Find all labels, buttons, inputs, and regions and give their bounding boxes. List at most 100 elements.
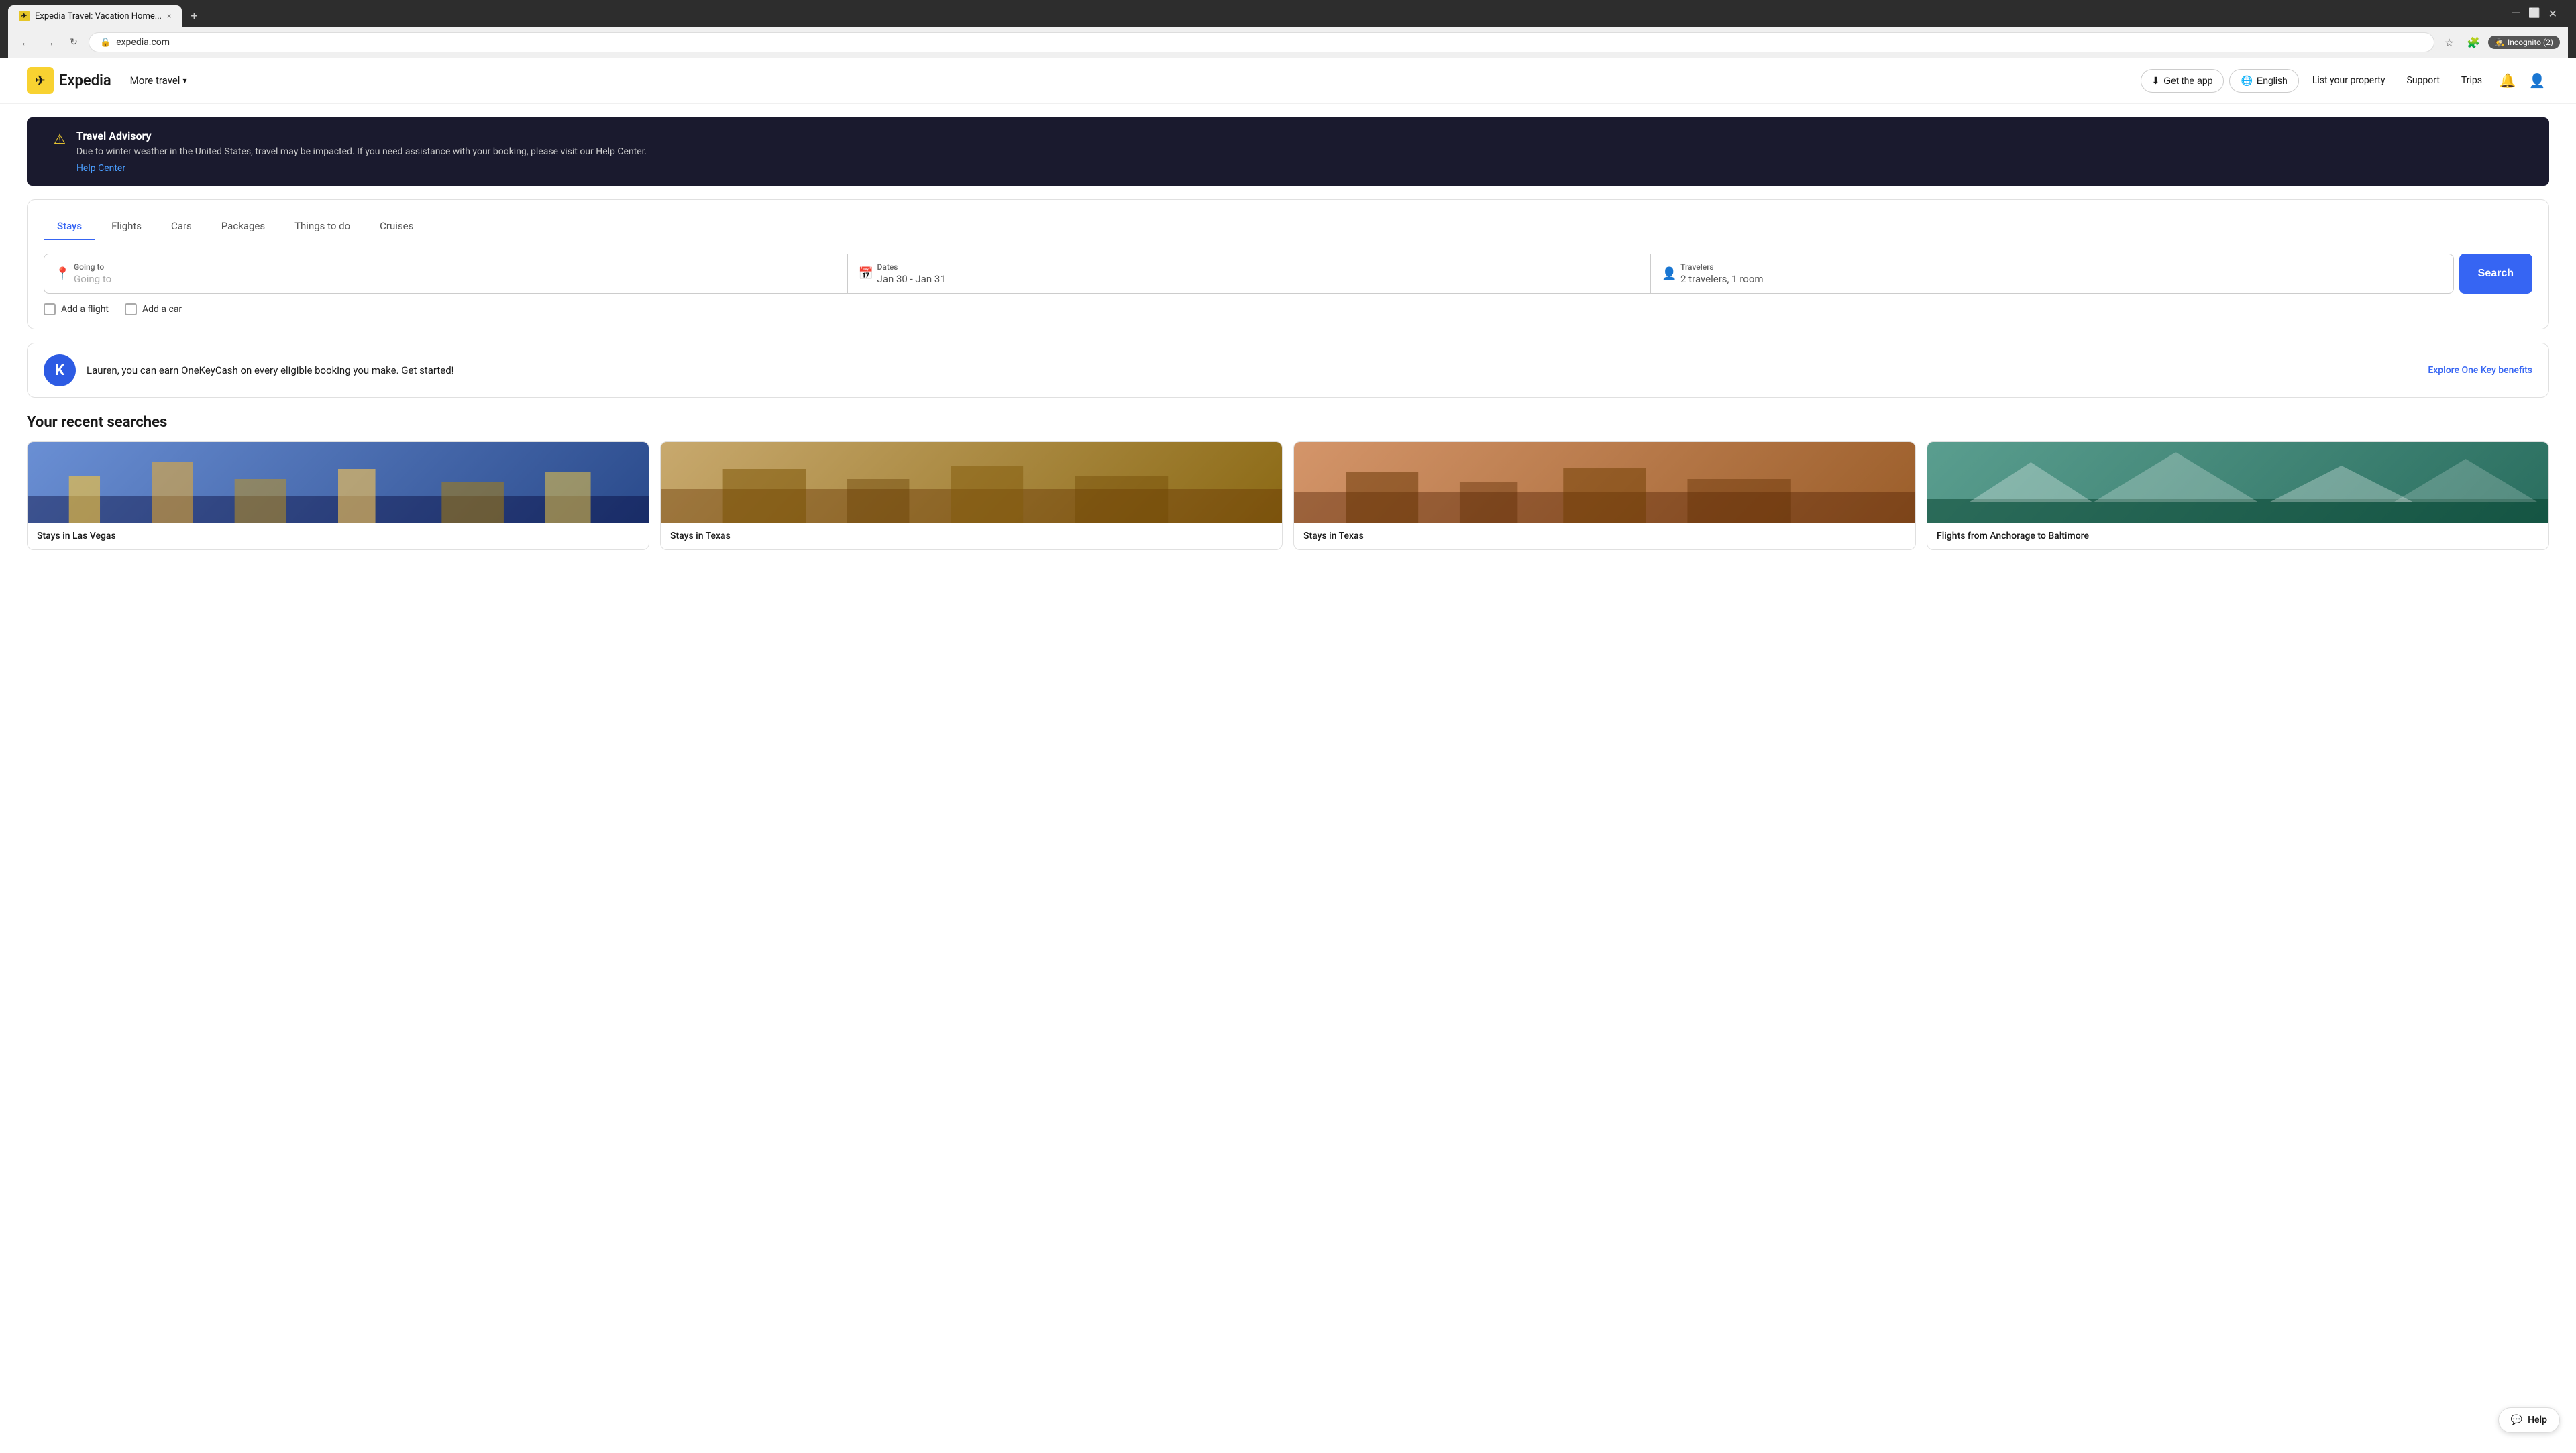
language-globe-icon: 🌐 bbox=[2241, 75, 2252, 87]
language-button[interactable]: 🌐 English bbox=[2229, 69, 2298, 93]
user-avatar-badge: K bbox=[44, 354, 76, 386]
add-flight-checkbox-label[interactable]: Add a flight bbox=[44, 303, 109, 315]
page-content: ✈ Expedia More travel ▾ ⬇ Get the app 🌐 … bbox=[0, 58, 2576, 1453]
going-to-field[interactable]: 📍 Going to Going to bbox=[44, 254, 847, 294]
dates-value: Jan 30 - Jan 31 bbox=[877, 273, 1640, 285]
search-fields: 📍 Going to Going to 📅 Dates Jan 30 - Jan… bbox=[44, 254, 2532, 294]
notification-bell-icon: 🔔 bbox=[2500, 72, 2516, 89]
get-app-label: Get the app bbox=[2163, 75, 2212, 86]
maximize-button[interactable]: ⬜ bbox=[2528, 8, 2540, 19]
location-icon: 📍 bbox=[55, 267, 70, 281]
dates-label: Dates bbox=[877, 262, 1640, 272]
advisory-content: Travel Advisory Due to winter weather in… bbox=[76, 129, 647, 174]
search-tabs: Stays Flights Cars Packages Things to do… bbox=[44, 213, 2532, 240]
browser-tabs: ✈ Expedia Travel: Vacation Home... × + bbox=[8, 5, 203, 27]
onekey-promo-text: Lauren, you can earn OneKeyCash on every… bbox=[87, 364, 2417, 376]
back-button[interactable]: ← bbox=[16, 33, 35, 52]
explore-onekey-link[interactable]: Explore One Key benefits bbox=[2428, 365, 2532, 376]
add-flight-label: Add a flight bbox=[61, 304, 109, 315]
toolbar-right: ☆ 🧩 🕵 Incognito (2) bbox=[2440, 33, 2560, 52]
recent-card-image-3 bbox=[1927, 442, 2548, 523]
refresh-button[interactable]: ↻ bbox=[64, 33, 83, 52]
recent-card-label-0: Stays in Las Vegas bbox=[28, 523, 649, 549]
tab-packages[interactable]: Packages bbox=[208, 213, 278, 240]
user-account-button[interactable]: 👤 bbox=[2525, 68, 2549, 93]
new-tab-button[interactable]: + bbox=[184, 7, 203, 25]
tab-cars[interactable]: Cars bbox=[158, 213, 205, 240]
add-flight-checkbox[interactable] bbox=[44, 303, 56, 315]
close-window-button[interactable]: ✕ bbox=[2548, 7, 2557, 20]
incognito-label: Incognito (2) bbox=[2508, 38, 2553, 47]
get-app-button[interactable]: ⬇ Get the app bbox=[2141, 69, 2224, 93]
tab-flights[interactable]: Flights bbox=[98, 213, 155, 240]
notifications-button[interactable]: 🔔 bbox=[2496, 68, 2520, 93]
trips-link[interactable]: Trips bbox=[2453, 70, 2490, 91]
travelers-label: Travelers bbox=[1680, 262, 2443, 272]
browser-toolbar: ← → ↻ 🔒 expedia.com ☆ 🧩 🕵 Incognito (2) bbox=[8, 27, 2568, 58]
tab-favicon: ✈ bbox=[19, 11, 30, 21]
recent-card-image-2 bbox=[1294, 442, 1915, 523]
site-header: ✈ Expedia More travel ▾ ⬇ Get the app 🌐 … bbox=[0, 58, 2576, 104]
help-center-link[interactable]: Help Center bbox=[76, 163, 647, 174]
travelers-value: 2 travelers, 1 room bbox=[1680, 273, 2443, 285]
support-link[interactable]: Support bbox=[2399, 70, 2448, 91]
recent-card-label-3: Flights from Anchorage to Baltimore bbox=[1927, 523, 2548, 549]
forward-button[interactable]: → bbox=[40, 33, 59, 52]
language-label: English bbox=[2257, 75, 2288, 86]
recent-card-label-2: Stays in Texas bbox=[1294, 523, 1915, 549]
recent-searches-title: Your recent searches bbox=[27, 414, 2549, 431]
add-car-checkbox[interactable] bbox=[125, 303, 137, 315]
advisory-text: Due to winter weather in the United Stat… bbox=[76, 145, 647, 159]
tab-stays[interactable]: Stays bbox=[44, 213, 95, 240]
add-car-checkbox-label[interactable]: Add a car bbox=[125, 303, 182, 315]
recent-card-label-1: Stays in Texas bbox=[661, 523, 1282, 549]
help-button[interactable]: 💬 Help bbox=[2498, 1407, 2560, 1433]
active-tab[interactable]: ✈ Expedia Travel: Vacation Home... × bbox=[8, 5, 182, 27]
search-extras: Add a flight Add a car bbox=[44, 303, 2532, 315]
more-travel-chevron: ▾ bbox=[182, 76, 186, 85]
browser-chrome: ✈ Expedia Travel: Vacation Home... × + —… bbox=[0, 0, 2576, 58]
travelers-icon: 👤 bbox=[1662, 267, 1676, 281]
onekey-banner: K Lauren, you can earn OneKeyCash on eve… bbox=[27, 343, 2549, 398]
more-travel-label: More travel bbox=[130, 74, 180, 87]
incognito-icon: 🕵 bbox=[2495, 38, 2505, 47]
search-button[interactable]: Search bbox=[2459, 254, 2532, 294]
going-to-label: Going to bbox=[74, 262, 836, 272]
tab-title: Expedia Travel: Vacation Home... bbox=[35, 11, 162, 21]
url-text: expedia.com bbox=[116, 37, 170, 48]
tab-close-button[interactable]: × bbox=[167, 11, 171, 21]
going-to-placeholder: Going to bbox=[74, 273, 836, 285]
extensions-icon[interactable]: 🧩 bbox=[2464, 33, 2483, 52]
dates-field[interactable]: 📅 Dates Jan 30 - Jan 31 bbox=[847, 254, 1651, 294]
tab-cruises[interactable]: Cruises bbox=[366, 213, 427, 240]
more-travel-button[interactable]: More travel ▾ bbox=[125, 70, 193, 91]
recent-card-image-0 bbox=[28, 442, 649, 523]
travelers-field[interactable]: 👤 Travelers 2 travelers, 1 room bbox=[1650, 254, 2454, 294]
recent-card-1[interactable]: Stays in Texas bbox=[660, 441, 1283, 550]
list-property-link[interactable]: List your property bbox=[2304, 70, 2394, 91]
travel-advisory-banner: ⚠ Travel Advisory Due to winter weather … bbox=[27, 117, 2549, 186]
get-app-icon: ⬇ bbox=[2152, 75, 2160, 87]
recent-card-image-1 bbox=[661, 442, 1282, 523]
tab-things-to-do[interactable]: Things to do bbox=[281, 213, 364, 240]
header-right: ⬇ Get the app 🌐 English List your proper… bbox=[2141, 68, 2549, 93]
add-car-label: Add a car bbox=[142, 304, 182, 315]
user-avatar-icon: 👤 bbox=[2529, 72, 2546, 89]
logo-text: Expedia bbox=[59, 72, 111, 89]
logo-icon: ✈ bbox=[27, 67, 54, 94]
recent-card-2[interactable]: Stays in Texas bbox=[1293, 441, 1916, 550]
expedia-logo[interactable]: ✈ Expedia bbox=[27, 67, 111, 94]
recent-card-3[interactable]: Flights from Anchorage to Baltimore bbox=[1927, 441, 2549, 550]
help-label: Help bbox=[2528, 1415, 2547, 1425]
incognito-badge: 🕵 Incognito (2) bbox=[2488, 36, 2560, 49]
search-widget: Stays Flights Cars Packages Things to do… bbox=[27, 199, 2549, 329]
minimize-button[interactable]: — bbox=[2511, 7, 2520, 21]
advisory-title: Travel Advisory bbox=[76, 129, 647, 142]
help-icon: 💬 bbox=[2511, 1415, 2522, 1425]
calendar-icon: 📅 bbox=[859, 267, 873, 281]
advisory-warning-icon: ⚠ bbox=[54, 131, 66, 147]
recent-card-0[interactable]: Stays in Las Vegas bbox=[27, 441, 649, 550]
url-bar[interactable]: 🔒 expedia.com bbox=[89, 32, 2434, 52]
bookmark-icon[interactable]: ☆ bbox=[2440, 33, 2459, 52]
recent-searches-section: Your recent searches Stays in Las Vega bbox=[27, 414, 2549, 550]
